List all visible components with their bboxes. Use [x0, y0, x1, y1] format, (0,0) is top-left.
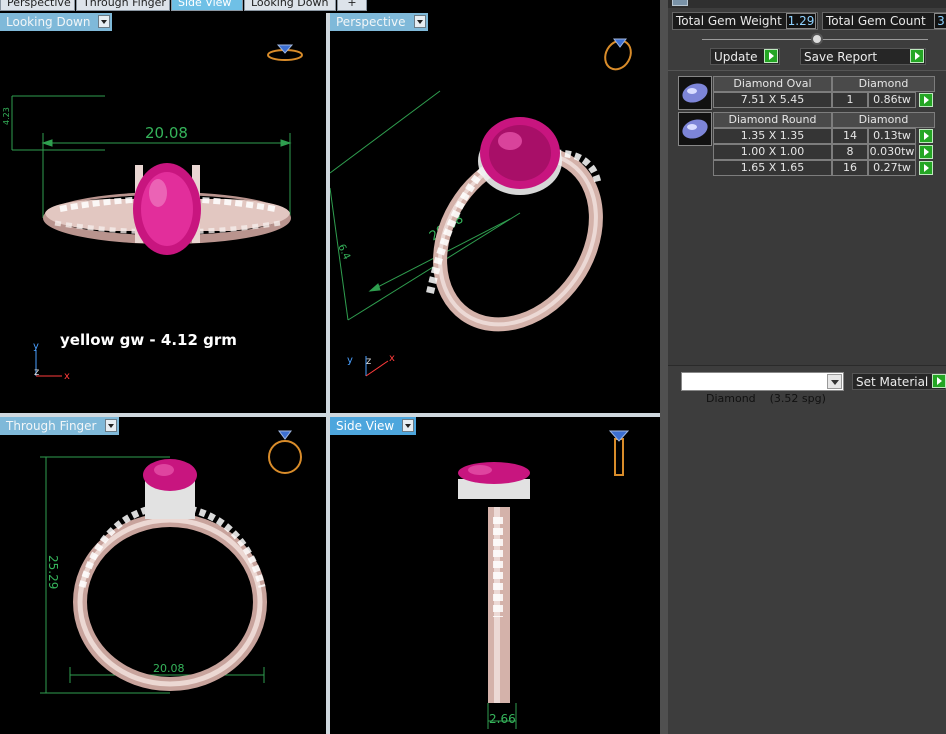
- gem-size-cell: 1.35 X 1.35: [713, 128, 832, 144]
- viewport-looking-down[interactable]: 20.08 4.23 y z x Looking Down yellow gw …: [0, 13, 326, 413]
- jewelry-cad-window: Perspective Through Finger Side View Loo…: [0, 0, 946, 734]
- gem-material-header: Diamond: [832, 76, 935, 92]
- dimension-height-label: 25.29: [46, 555, 60, 589]
- panel-splitter[interactable]: [660, 0, 668, 734]
- axis-gizmo: y z x: [347, 353, 395, 377]
- axis-y-label: y: [33, 341, 39, 352]
- dimension-side-label: 6.4: [335, 243, 352, 262]
- viewport-through-finger[interactable]: 25.29 20.08 Through Finger: [0, 417, 326, 734]
- set-material-button-label: Set Material: [856, 375, 929, 389]
- gem-shape-header: Diamond Oval: [713, 76, 832, 92]
- dimension-lines: [330, 90, 521, 321]
- total-gem-count-value: 3: [934, 13, 946, 29]
- gem-count-cell: 1: [832, 92, 868, 108]
- tab-perspective[interactable]: Perspective: [0, 0, 75, 11]
- gem-size-cell: 1.65 X 1.65: [713, 160, 832, 176]
- viewport-dropdown-icon[interactable]: [104, 419, 117, 432]
- viewport-label-text: Looking Down: [6, 15, 91, 29]
- viewport-dropdown-icon[interactable]: [402, 419, 415, 432]
- viewport-dropdown-icon[interactable]: [413, 15, 426, 28]
- gem-shape-header: Diamond Round: [713, 112, 832, 128]
- save-report-button[interactable]: Save Report: [800, 48, 926, 65]
- gem-material-header: Diamond: [832, 112, 935, 128]
- side-view-render: 2.66: [458, 430, 630, 729]
- viewport-label-text: Perspective: [336, 15, 406, 29]
- gem-row-play-icon[interactable]: [919, 145, 933, 159]
- axis-x-label: x: [64, 371, 70, 382]
- gem-count-cell: 16: [832, 160, 868, 176]
- dropdown-arrow-icon[interactable]: [827, 374, 842, 389]
- total-gem-count-label: Total Gem Count: [822, 12, 946, 30]
- ring-band: [73, 505, 267, 691]
- axis-y-label: y: [347, 355, 353, 366]
- ring-thumbnail-icon[interactable]: [600, 36, 636, 74]
- ring-thumbnail-icon[interactable]: [608, 430, 630, 476]
- gem-weight-cell: 0.13tw: [868, 128, 916, 144]
- slider-handle[interactable]: [811, 33, 823, 45]
- ring-thumbnail-icon[interactable]: [268, 430, 302, 474]
- material-select-value: Diamond (3.52 spg): [705, 392, 826, 405]
- gem-weight-cell: 0.27tw: [868, 160, 916, 176]
- center-gem: [143, 459, 197, 519]
- gem-oval-icon: [678, 76, 712, 110]
- tab-looking-down[interactable]: Looking Down: [244, 0, 336, 11]
- dimension-bottom-label: 2.66: [489, 712, 516, 726]
- viewport-divider-horizontal[interactable]: [0, 413, 660, 417]
- weight-caption: yellow gw - 4.12 grm: [60, 331, 237, 349]
- gem-row-play-icon[interactable]: [919, 161, 933, 175]
- gem-count-cell: 14: [832, 128, 868, 144]
- gem-size-cell: 1.00 X 1.00: [713, 144, 832, 160]
- tab-side-view[interactable]: Side View: [171, 0, 243, 11]
- viewport-label-looking-down[interactable]: Looking Down: [0, 13, 113, 31]
- axis-z-label: z: [34, 367, 39, 378]
- gem-weight-cell: 0.030tw: [868, 144, 916, 160]
- axis-z-label: z: [366, 356, 371, 367]
- gem-row-play-icon[interactable]: [919, 129, 933, 143]
- update-play-icon[interactable]: [764, 49, 778, 63]
- axis-x-label: x: [389, 353, 395, 364]
- viewport-label-side-view[interactable]: Side View: [330, 417, 417, 435]
- set-material-play-icon[interactable]: [932, 374, 946, 388]
- viewport-label-text: Side View: [336, 419, 395, 433]
- panel-tab-bar: [668, 0, 946, 8]
- ring-thumbnail-icon[interactable]: [267, 44, 303, 61]
- looking-down-render: 20.08 4.23 y z x: [2, 44, 303, 382]
- dimension-width-label: 20.08: [145, 124, 188, 142]
- add-tab-button[interactable]: +: [337, 0, 367, 11]
- tab-through-finger[interactable]: Through Finger: [76, 0, 170, 11]
- gem-row-play-icon[interactable]: [919, 93, 933, 107]
- viewport-label-perspective[interactable]: Perspective: [330, 13, 428, 31]
- material-select[interactable]: Diamond (3.52 spg): [681, 372, 844, 405]
- table-icon[interactable]: [672, 0, 688, 6]
- viewport-tab-strip: Perspective Through Finger Side View Loo…: [0, 0, 662, 11]
- save-report-play-icon[interactable]: [910, 49, 924, 63]
- center-gem: [133, 163, 201, 255]
- gem-report-panel: Total Gem Weight 1.29 Total Gem Count 3 …: [668, 0, 946, 734]
- dimension-side-label: 4.23: [2, 107, 11, 125]
- viewport-dropdown-icon[interactable]: [98, 15, 111, 28]
- gem-list: Diamond Oval Diamond 7.51 X 5.45 1 0.86t…: [668, 70, 946, 366]
- viewport-perspective[interactable]: 20.08 6.4 y z x Perspective: [330, 13, 660, 413]
- dimension-bottom-label: 20.08: [153, 662, 185, 675]
- viewport-label-through-finger[interactable]: Through Finger: [0, 417, 119, 435]
- viewport-divider-vertical[interactable]: [326, 13, 330, 734]
- total-gem-weight-value: 1.29: [786, 13, 816, 29]
- gem-count-cell: 8: [832, 144, 868, 160]
- gem-size-cell: 7.51 X 5.45: [713, 92, 832, 108]
- viewport-side-view[interactable]: 2.66 Side View: [330, 417, 660, 734]
- gem-weight-cell: 0.86tw: [868, 92, 916, 108]
- update-button-label: Update: [714, 50, 758, 64]
- perspective-render: 20.08 6.4 y z x: [330, 36, 636, 377]
- save-report-button-label: Save Report: [804, 50, 878, 64]
- center-gem: [458, 462, 530, 499]
- ring-band: [488, 507, 510, 703]
- viewport-label-text: Through Finger: [6, 419, 97, 433]
- gem-round-icon: [678, 112, 712, 146]
- through-finger-render: 25.29 20.08: [40, 430, 302, 694]
- center-gem: [478, 117, 562, 195]
